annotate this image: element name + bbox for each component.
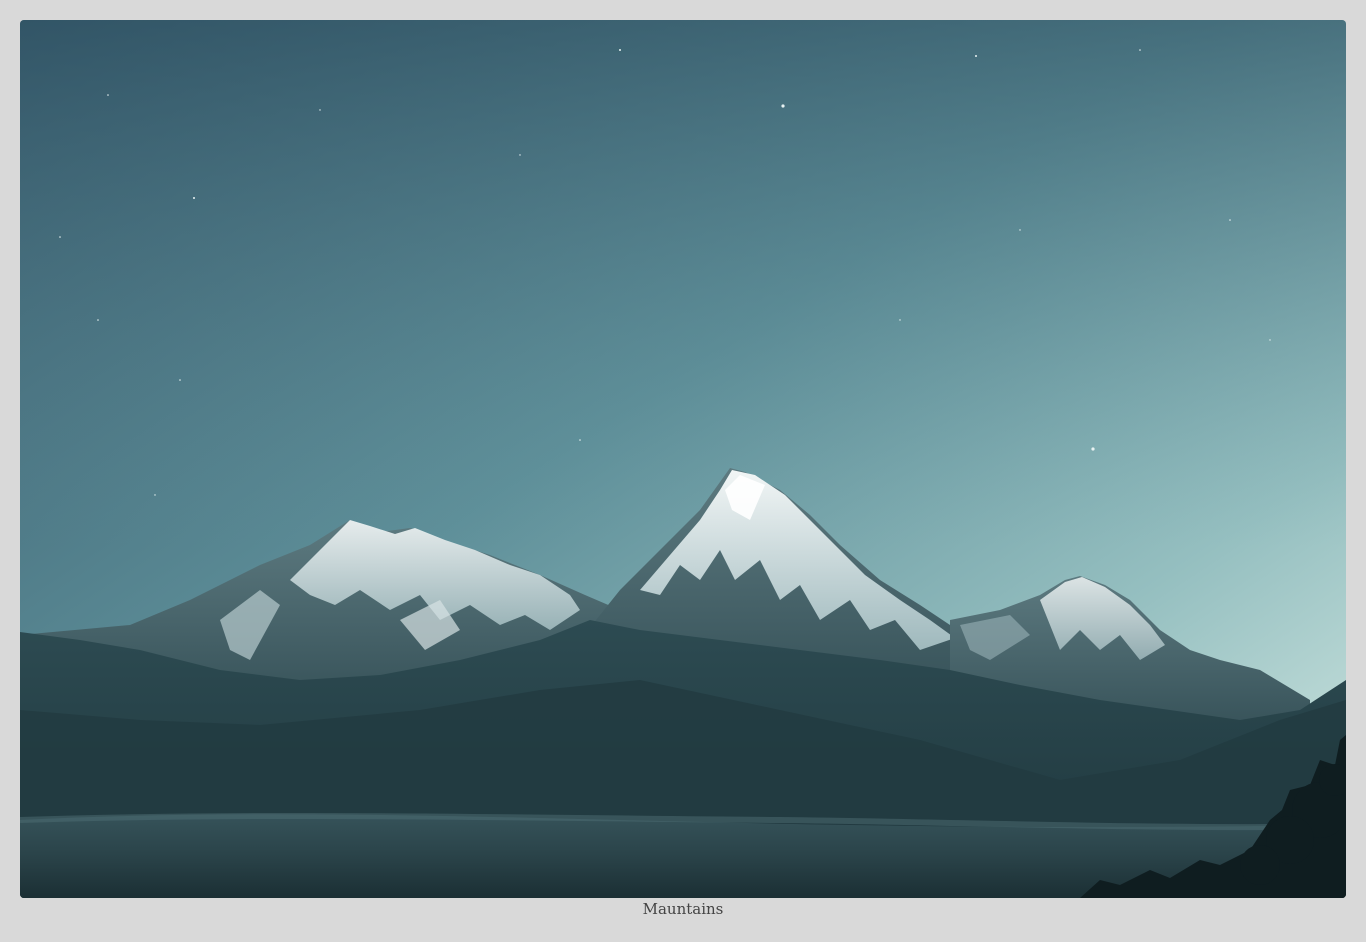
image-caption: Mauntains — [642, 900, 724, 918]
page: Mauntains — [0, 0, 1366, 942]
mountain-landscape-image — [20, 20, 1346, 898]
mountain-photo — [20, 20, 1346, 898]
